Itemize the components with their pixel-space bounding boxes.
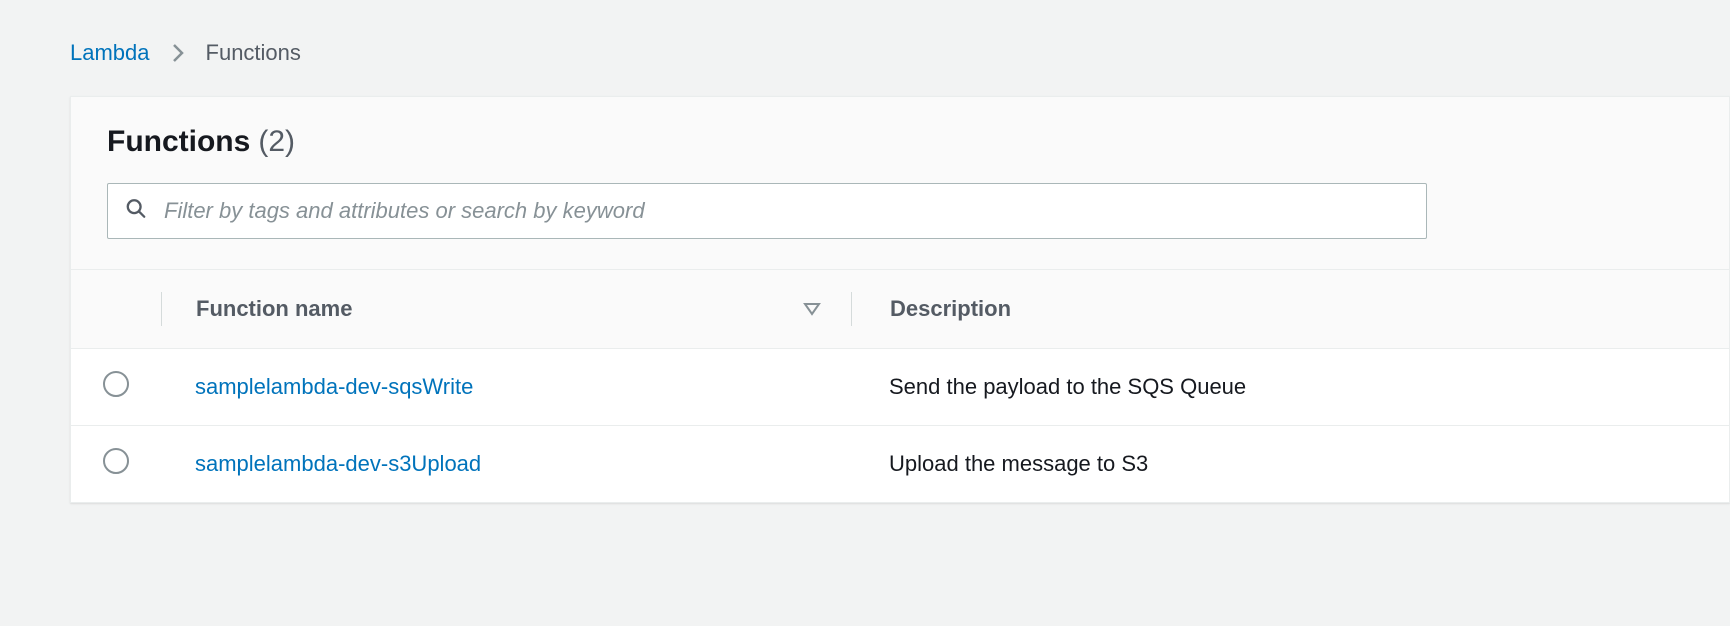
- column-select: [71, 270, 161, 349]
- sort-descending-icon: [803, 302, 821, 316]
- breadcrumb-root-link[interactable]: Lambda: [70, 40, 150, 66]
- column-name-label: Function name: [196, 296, 352, 322]
- table-row: samplelambda-dev-s3Upload Upload the mes…: [71, 426, 1729, 503]
- page-title: Functions (2): [107, 125, 1693, 159]
- table-row: samplelambda-dev-sqsWrite Send the paylo…: [71, 349, 1729, 426]
- function-description: Send the payload to the SQS Queue: [889, 374, 1246, 399]
- function-name-link[interactable]: samplelambda-dev-sqsWrite: [195, 374, 473, 399]
- column-description[interactable]: Description: [851, 270, 1729, 349]
- search-container: [107, 183, 1427, 239]
- functions-table: Function name Description: [71, 270, 1729, 502]
- column-description-label: Description: [890, 296, 1011, 322]
- function-description: Upload the message to S3: [889, 451, 1148, 476]
- chevron-right-icon: [172, 43, 184, 63]
- functions-panel: Functions (2) Function name: [70, 96, 1730, 503]
- function-name-link[interactable]: samplelambda-dev-s3Upload: [195, 451, 481, 476]
- row-select-radio[interactable]: [103, 448, 129, 474]
- row-select-radio[interactable]: [103, 371, 129, 397]
- title-text: Functions: [107, 125, 250, 159]
- search-icon: [125, 198, 147, 225]
- panel-header: Functions (2): [71, 97, 1729, 270]
- breadcrumb: Lambda Functions: [0, 0, 1730, 66]
- column-function-name[interactable]: Function name: [161, 270, 851, 349]
- breadcrumb-current: Functions: [206, 40, 301, 66]
- search-input[interactable]: [107, 183, 1427, 239]
- title-count: (2): [258, 125, 295, 159]
